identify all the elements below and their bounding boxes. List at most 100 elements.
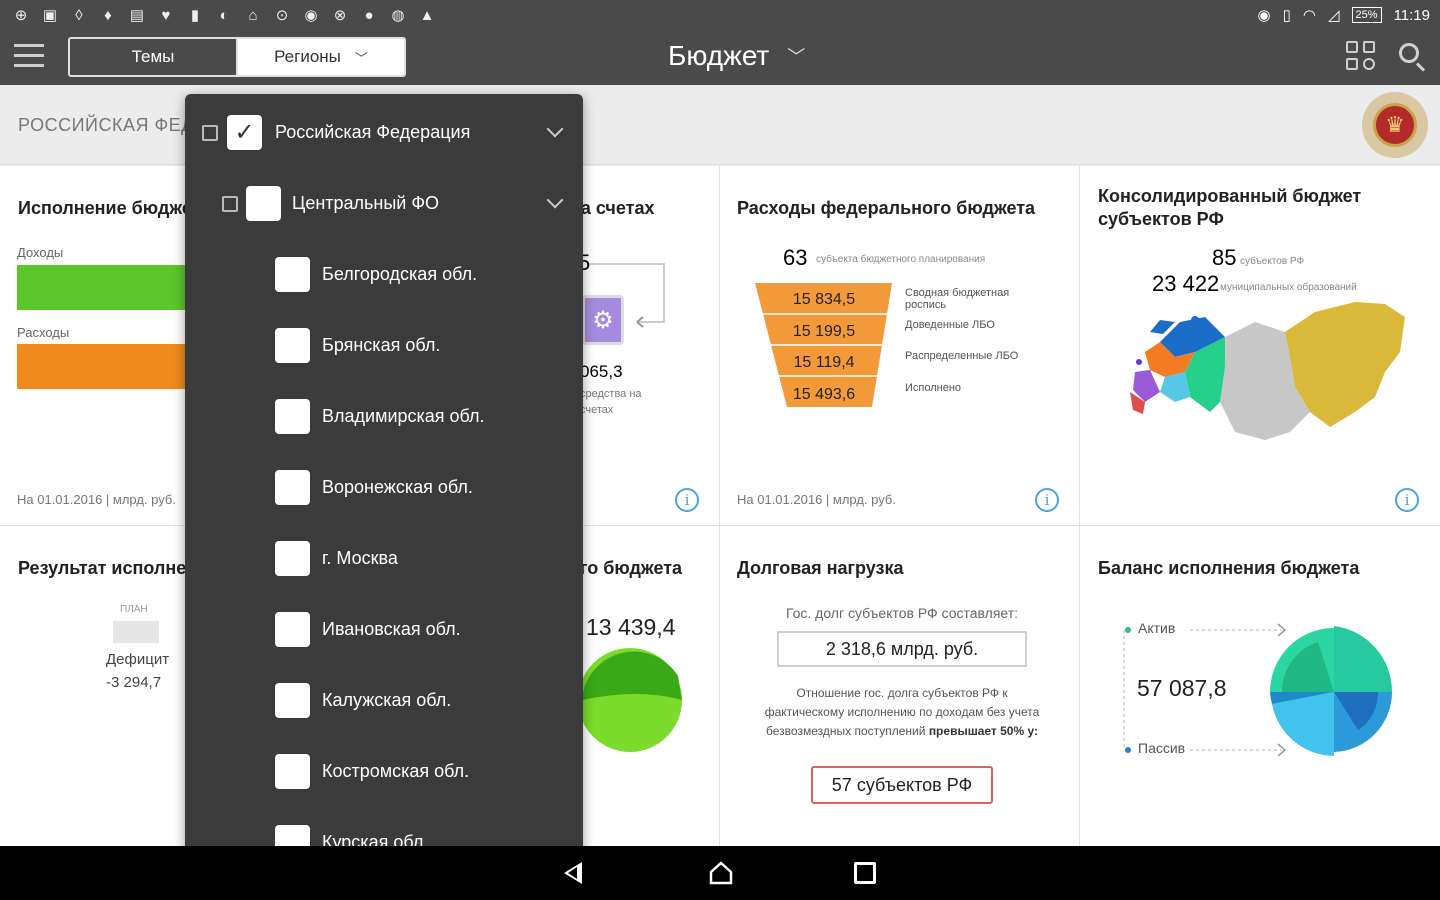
notification-icon: ◐ xyxy=(219,6,229,24)
balance-chart xyxy=(1270,626,1393,756)
region-option-label: Ивановская обл. xyxy=(322,619,461,639)
notification-icon: ▮ xyxy=(190,7,200,24)
region-option[interactable]: Владимирская обл. xyxy=(185,387,583,447)
notification-icon: ▤ xyxy=(129,7,145,24)
accounts-note: средства на xyxy=(580,388,642,400)
region-option[interactable]: Калужская обл. xyxy=(185,671,583,731)
info-icon[interactable]: i xyxy=(1395,488,1419,512)
recent-apps-icon[interactable] xyxy=(854,862,876,884)
funnel-label: Сводная бюджетная роспись xyxy=(905,287,1010,311)
region-option[interactable]: Белгородская обл. xyxy=(185,245,583,305)
app-root: ⊕ ▣ ◊ ♦ ▤ ♥ ▮ ◐ ⌂ ⊙ ◉ ⊗ ● ◍ ▲ ◉ ▯ ◠ ◿ 25% 11:19 Темы Р… xyxy=(0,0,1440,900)
coat-of-arms-icon: ♛ xyxy=(1362,92,1428,158)
income-label: Доходы xyxy=(17,245,64,260)
region-checkbox[interactable]: ✓ xyxy=(227,115,262,150)
status-right: ◉ ▯ ◠ ◿ 25% 11:19 xyxy=(1258,6,1440,25)
budget-value: 13 439,4 xyxy=(586,614,676,640)
region-option[interactable]: Брянская обл. xyxy=(185,316,583,376)
card-title: Долговая нагрузка xyxy=(737,558,904,578)
divider xyxy=(719,166,720,846)
region-option-label: Костромская обл. xyxy=(322,761,470,781)
region-option[interactable]: Костромская обл. xyxy=(185,742,583,802)
clock: 11:19 xyxy=(1393,6,1430,24)
notification-icon: ◊ xyxy=(75,6,83,24)
region-option[interactable]: г. Москва xyxy=(185,529,583,589)
region-option-label: Воронежская обл. xyxy=(322,477,473,497)
debt-amount: 2 318,6 млрд. руб. xyxy=(777,631,1027,667)
notification-icon: ⌂ xyxy=(248,6,258,24)
chevron-down-icon[interactable] xyxy=(546,191,564,209)
page-title: Бюджет xyxy=(668,40,770,71)
russia-map xyxy=(1130,302,1405,440)
debt-caption: Гос. долг субъектов РФ составляет: xyxy=(785,605,1019,621)
liabilities-label: Пассив xyxy=(1138,740,1186,756)
plan-bar xyxy=(113,621,159,643)
info-icon[interactable]: i xyxy=(1035,488,1059,512)
accounts-note: счетах xyxy=(580,404,614,416)
region-checkbox[interactable] xyxy=(275,612,310,647)
funnel-value: 15 834,5 xyxy=(792,291,856,308)
info-icon[interactable]: i xyxy=(675,488,699,512)
region-checkbox[interactable] xyxy=(275,470,310,505)
tab-regions[interactable]: Регионы ﹀ xyxy=(238,39,404,75)
funnel-label: Исполнено xyxy=(905,382,962,394)
hamburger-menu-icon[interactable] xyxy=(14,44,44,68)
region-option[interactable]: Ивановская обл. xyxy=(185,600,583,660)
notification-icon: ◍ xyxy=(391,7,405,24)
deficit-value: -3 294,7 xyxy=(106,674,162,691)
notification-icon: ♥ xyxy=(161,6,171,24)
funnel-label: Распределенные ЛБО xyxy=(905,350,1019,362)
planning-count: 63 xyxy=(783,245,808,270)
funnel-label: Доведенные ЛБО xyxy=(905,319,995,331)
funnel-value: 15 119,4 xyxy=(793,354,855,371)
title-selector[interactable]: Бюджет ﹀ xyxy=(668,40,805,72)
notification-icon: ⊗ xyxy=(333,7,347,24)
region-dropdown: ✓ Российская Федерация Центральный ФО Белго… xyxy=(185,94,583,855)
region-checkbox[interactable] xyxy=(275,683,310,718)
region-option-label: Белгородская обл. xyxy=(322,264,478,284)
tab-regions-label: Регионы xyxy=(274,47,341,66)
notification-icon: ● xyxy=(364,6,374,24)
assets-label: Актив xyxy=(1138,620,1176,636)
region-checkbox[interactable] xyxy=(275,399,310,434)
debt-ratio-bold: превышает 50% у: xyxy=(928,724,1038,738)
status-bar: ⊕ ▣ ◊ ♦ ▤ ♥ ▮ ◐ ⌂ ⊙ ◉ ⊗ ● ◍ ▲ ◉ ▯ ◠ ◿ 25% 11:19 xyxy=(0,0,1440,30)
region-checkbox[interactable] xyxy=(275,541,310,576)
region-checkbox[interactable] xyxy=(246,186,281,221)
sim-icon: ▯ xyxy=(1282,7,1291,24)
wifi-icon: ◠ xyxy=(1302,7,1316,24)
deficit-label: Дефицит xyxy=(106,651,170,668)
chevron-down-icon: ﹀ xyxy=(787,47,806,67)
region-option-label: Центральный ФО xyxy=(292,193,440,213)
tiles-view-icon[interactable] xyxy=(1346,41,1378,73)
expense-label: Расходы xyxy=(17,325,70,340)
card-title: го бюджета xyxy=(580,558,683,578)
balance-value: 57 087,8 xyxy=(1137,675,1227,701)
debt-ratio-text: Отношение гос. долга субъектов РФ к факт… xyxy=(757,684,1047,741)
region-checkbox[interactable] xyxy=(275,257,310,292)
back-icon[interactable] xyxy=(564,862,582,884)
notification-icons: ⊕ ▣ ◊ ♦ ▤ ♥ ▮ ◐ ⌂ ⊙ ◉ ⊗ ● ◍ ▲ xyxy=(0,6,436,25)
region-option[interactable]: Воронежская обл. xyxy=(185,458,583,518)
home-icon[interactable] xyxy=(708,860,734,886)
notification-icon: ▣ xyxy=(42,7,58,24)
partial-select-checkbox[interactable] xyxy=(202,125,218,141)
chevron-down-icon[interactable] xyxy=(546,120,564,138)
system-nav-bar xyxy=(0,846,1440,900)
region-option[interactable]: Центральный ФО xyxy=(185,174,583,234)
card-title: Расходы федерального бюджета xyxy=(737,198,1036,218)
card-title: Консолидированный бюджет субъектов РФ xyxy=(1098,186,1362,229)
partial-select-checkbox[interactable] xyxy=(222,196,238,212)
chevron-down-icon: ﹀ xyxy=(354,50,368,66)
search-icon[interactable] xyxy=(1398,42,1428,72)
region-option-label: Российская Федерация xyxy=(275,122,471,142)
region-checkbox[interactable] xyxy=(275,328,310,363)
tab-themes[interactable]: Темы xyxy=(70,39,238,75)
region-option[interactable]: ✓ Российская Федерация xyxy=(185,103,583,163)
region-checkbox[interactable] xyxy=(275,754,310,789)
region-option-label: г. Москва xyxy=(322,548,398,568)
view-switcher: Темы Регионы ﹀ xyxy=(68,37,406,77)
subjects-count: 85 xyxy=(1212,245,1237,270)
region-option-label: Брянская обл. xyxy=(322,335,441,355)
plan-label: ПЛАН xyxy=(120,604,148,615)
